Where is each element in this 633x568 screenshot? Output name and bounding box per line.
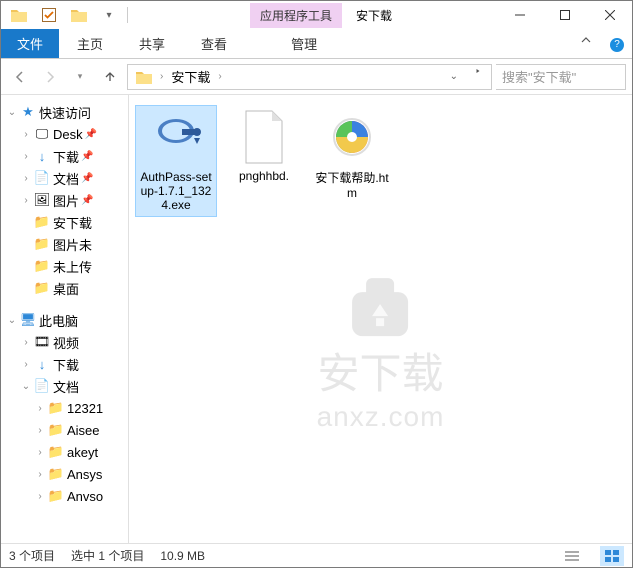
tree-item[interactable]: 📁图片未 <box>1 233 128 255</box>
folder-icon: 📁 <box>47 466 65 482</box>
tree-item[interactable]: ›📁akeyt <box>1 441 128 463</box>
tree-item[interactable]: 📁安下载 <box>1 211 128 233</box>
tree-this-pc[interactable]: ⌄🖥此电脑 <box>1 309 128 331</box>
file-item[interactable]: 安下载帮助.htm <box>311 105 393 204</box>
pictures-icon: 🖼 <box>33 192 51 208</box>
context-tab-heading: 应用程序工具 <box>250 3 342 28</box>
file-list[interactable]: AuthPass-setup-1.7.1_1324.exe pnghhbd. 安… <box>129 95 632 543</box>
titlebar: ▾ 应用程序工具 安下载 <box>1 1 632 29</box>
help-button[interactable]: ? <box>602 29 632 58</box>
close-button[interactable] <box>587 1 632 29</box>
help-icon: ? <box>610 38 624 52</box>
separator <box>127 7 128 23</box>
htm-icon <box>324 109 380 165</box>
documents-icon: 📄 <box>33 378 51 394</box>
details-view-button[interactable] <box>560 546 584 566</box>
tree-item[interactable]: ⌄📄文档 <box>1 375 128 397</box>
status-selected: 选中 1 个项目 <box>71 547 144 564</box>
ribbon-collapse-button[interactable] <box>570 29 602 58</box>
checkbox-icon[interactable] <box>39 5 59 25</box>
pc-icon: 🖥 <box>19 312 37 328</box>
tab-share[interactable]: 共享 <box>121 29 183 58</box>
refresh-button[interactable] <box>464 69 489 85</box>
folder-icon <box>130 70 158 84</box>
tree-item[interactable]: ›🖼图片📌 <box>1 189 128 211</box>
file-name: AuthPass-setup-1.7.1_1324.exe <box>140 170 212 212</box>
tab-home[interactable]: 主页 <box>59 29 121 58</box>
watermark: 安下载 anxz.com <box>317 270 445 433</box>
tree-item[interactable]: ›📁Aisee <box>1 419 128 441</box>
folder-icon: 📁 <box>47 444 65 460</box>
quick-access-toolbar: ▾ <box>1 5 130 25</box>
folder-icon <box>9 5 29 25</box>
pin-icon: 📌 <box>85 129 97 140</box>
tree-item[interactable]: ›📁Anvso <box>1 485 128 507</box>
tree-item[interactable]: ›↓下载 <box>1 353 128 375</box>
tree-item[interactable]: ›🎞视频 <box>1 331 128 353</box>
status-size: 10.9 MB <box>160 549 205 563</box>
status-bar: 3 个项目 选中 1 个项目 10.9 MB <box>1 543 632 567</box>
nav-bar: ▾ › 安下载 › ⌄ 搜索"安下载" <box>1 59 632 95</box>
file-icon <box>236 109 292 165</box>
ribbon: 文件 主页 共享 查看 管理 ? <box>1 29 632 59</box>
qat-overflow-icon[interactable]: ▾ <box>99 5 119 25</box>
folder-icon[interactable] <box>69 5 89 25</box>
tab-file[interactable]: 文件 <box>1 29 59 58</box>
videos-icon: 🎞 <box>33 334 51 350</box>
folder-icon: 📁 <box>47 422 65 438</box>
nav-tree: ⌄★快速访问 ›🖵Desk📌 ›↓下载📌 ›📄文档📌 ›🖼图片📌 📁安下载 📁图… <box>1 95 129 543</box>
tree-item[interactable]: ›↓下载📌 <box>1 145 128 167</box>
breadcrumb-item[interactable]: 安下载 <box>165 67 216 86</box>
pin-icon: 📌 <box>81 151 93 162</box>
folder-icon: 📁 <box>47 488 65 504</box>
tree-item[interactable]: ›📄文档📌 <box>1 167 128 189</box>
pin-icon: 📌 <box>81 173 93 184</box>
folder-icon: 📁 <box>33 214 51 230</box>
tree-item[interactable]: ›📁12321 <box>1 397 128 419</box>
folder-icon: 📁 <box>33 258 51 274</box>
file-item[interactable]: pnghhbd. <box>223 105 305 187</box>
tab-view[interactable]: 查看 <box>183 29 245 58</box>
chevron-right-icon[interactable]: › <box>216 71 223 82</box>
tree-item[interactable]: ›📁Ansys <box>1 463 128 485</box>
star-icon: ★ <box>19 104 37 120</box>
back-button[interactable] <box>7 64 33 90</box>
documents-icon: 📄 <box>33 170 51 186</box>
minimize-button[interactable] <box>497 1 542 29</box>
address-dropdown-button[interactable]: ⌄ <box>444 71 464 82</box>
icons-view-button[interactable] <box>600 546 624 566</box>
maximize-button[interactable] <box>542 1 587 29</box>
chevron-right-icon[interactable]: › <box>158 71 165 82</box>
window-title: 安下载 <box>342 3 406 28</box>
desktop-icon: 🖵 <box>33 126 51 142</box>
forward-button[interactable] <box>37 64 63 90</box>
search-input[interactable]: 搜索"安下载" <box>496 64 626 90</box>
pin-icon: 📌 <box>81 195 93 206</box>
status-item-count: 3 个项目 <box>9 547 55 564</box>
folder-icon: 📁 <box>47 400 65 416</box>
address-bar[interactable]: › 安下载 › ⌄ <box>127 64 492 90</box>
file-name: 安下载帮助.htm <box>315 169 389 200</box>
window-controls <box>497 1 632 29</box>
folder-icon: 📁 <box>33 236 51 252</box>
up-button[interactable] <box>97 64 123 90</box>
file-item[interactable]: AuthPass-setup-1.7.1_1324.exe <box>135 105 217 217</box>
downloads-icon: ↓ <box>33 149 51 164</box>
file-name: pnghhbd. <box>227 169 301 183</box>
tree-item[interactable]: 📁未上传 <box>1 255 128 277</box>
tab-manage[interactable]: 管理 <box>271 29 337 58</box>
downloads-icon: ↓ <box>33 357 51 372</box>
tree-item[interactable]: 📁桌面 <box>1 277 128 299</box>
exe-icon <box>148 110 204 166</box>
tree-quick-access[interactable]: ⌄★快速访问 <box>1 101 128 123</box>
tree-item[interactable]: ›🖵Desk📌 <box>1 123 128 145</box>
recent-locations-button[interactable]: ▾ <box>67 64 93 90</box>
folder-icon: 📁 <box>33 280 51 296</box>
